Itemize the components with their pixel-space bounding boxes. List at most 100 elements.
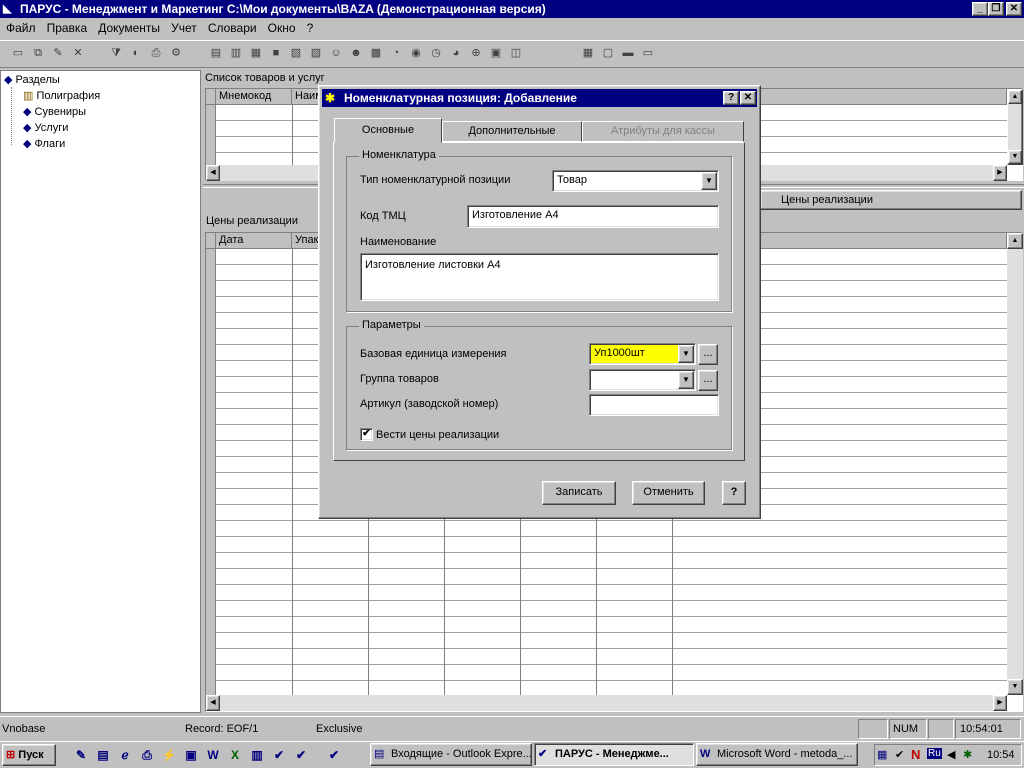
menu-documents[interactable]: Документы (94, 20, 164, 37)
parus2-icon[interactable]: ✔ (293, 747, 309, 763)
calculator-icon[interactable]: ▦ (578, 44, 598, 64)
menu-file[interactable]: Файл (2, 20, 40, 37)
prices-hscroll-track[interactable]: ◀ ▶ (206, 695, 1007, 711)
scroll-down-icon[interactable]: ▼ (1007, 679, 1023, 695)
scroll-up-icon[interactable]: ▲ (1008, 90, 1022, 104)
tab-additional[interactable]: Дополнительные (442, 121, 582, 142)
article-input[interactable] (589, 394, 719, 416)
edit-icon[interactable]: ✎ (48, 44, 68, 64)
scroll-left-icon[interactable]: ◀ (206, 165, 220, 181)
tray-n-icon[interactable]: N (911, 747, 920, 762)
dialog-help-title-button[interactable]: ? (723, 91, 739, 105)
chevron-down-icon[interactable]: ▼ (701, 172, 717, 190)
tray-network-icon[interactable]: ✱ (963, 748, 972, 761)
help-button[interactable]: ? (722, 481, 746, 505)
column-mnemocode[interactable]: Мнемокод (216, 89, 292, 105)
tray-check-icon[interactable]: ✔ (895, 748, 904, 761)
settings-icon[interactable]: ⚙ (166, 44, 186, 64)
chevron-down-icon[interactable]: ▼ (678, 345, 694, 363)
add-icon[interactable]: ▭ (8, 44, 28, 64)
doc5-icon[interactable]: ▧ (286, 44, 306, 64)
task-parus[interactable]: ✔ ПАРУС - Менеджме... (534, 743, 694, 766)
tab-prices[interactable]: Цены реализации (760, 190, 1022, 210)
word-icon[interactable]: W (205, 747, 221, 763)
unit-select[interactable]: Уп1000шт ▼ (589, 343, 696, 365)
track-prices-checkbox[interactable]: ✔ (360, 428, 373, 441)
column-date[interactable]: Дата (216, 233, 292, 249)
doc2-icon[interactable]: ▥ (226, 44, 246, 64)
chart-icon[interactable]: ◔ (386, 44, 406, 64)
name-textarea[interactable]: Изготовление листовки А4 (360, 253, 719, 301)
window-icon[interactable]: ▢ (598, 44, 618, 64)
goods-group-select[interactable]: ▼ (589, 369, 696, 391)
menu-accounting[interactable]: Учет (167, 20, 201, 37)
app2-icon[interactable]: ▥ (249, 747, 265, 763)
doc1-icon[interactable]: ▤ (206, 44, 226, 64)
outlook-icon[interactable]: ▤ (95, 747, 111, 763)
globe-icon[interactable]: ⊕ (466, 44, 486, 64)
copy-icon[interactable]: ⧉ (28, 44, 48, 64)
goods-group-browse-button[interactable]: ... (698, 370, 718, 391)
restore-button[interactable]: ❐ (988, 2, 1004, 16)
tray-volume-icon[interactable]: ◀ (947, 748, 955, 761)
filter-icon[interactable]: ⧩ (106, 44, 126, 64)
ie-icon[interactable]: ℯ (117, 747, 133, 763)
code-input[interactable]: Изготовление А4 (467, 205, 719, 228)
task-outlook[interactable]: ▤ Входящие - Outlook Expre... (370, 743, 532, 766)
scroll-right-icon[interactable]: ▶ (993, 695, 1007, 711)
doc4-icon[interactable]: ■ (266, 44, 286, 64)
dialog-close-button[interactable]: ✕ (740, 91, 756, 105)
minimize-button[interactable]: _ (972, 2, 988, 16)
unit-browse-button[interactable]: ... (698, 344, 718, 365)
scroll-down-icon[interactable]: ▼ (1008, 150, 1022, 164)
menu-help[interactable]: ? (303, 20, 318, 37)
start-button[interactable]: ⊞ Пуск (2, 744, 56, 766)
coin-icon[interactable]: ◉ (406, 44, 426, 64)
folder-icon[interactable]: ▬ (618, 44, 638, 64)
pie-icon[interactable]: ◕ (446, 44, 466, 64)
parus3-icon[interactable]: ✔ (326, 747, 342, 763)
scroll-right-icon[interactable]: ▶ (993, 165, 1007, 181)
clock-icon[interactable]: ◷ (426, 44, 446, 64)
close-button[interactable]: ✕ (1006, 2, 1022, 16)
menu-dictionaries[interactable]: Словари (204, 20, 261, 37)
tab-main[interactable]: Основные (334, 118, 442, 143)
goods-vscroll-track[interactable]: ▲ ▼ (1007, 89, 1023, 165)
excel-icon[interactable]: X (227, 747, 243, 763)
print-icon[interactable]: ⎙ (146, 44, 166, 64)
app-icon[interactable]: ◣ (3, 2, 11, 15)
save-button[interactable]: Записать (542, 481, 616, 505)
doc6-icon[interactable]: ▨ (306, 44, 326, 64)
app1-icon[interactable]: ▣ (183, 747, 199, 763)
cancel-button[interactable]: Отменить (632, 481, 705, 505)
people-icon[interactable]: ☻ (346, 44, 366, 64)
parus1-icon[interactable]: ✔ (271, 747, 287, 763)
tab-cashier[interactable]: Атрибуты для кассы (582, 121, 744, 142)
book-icon[interactable]: ▩ (366, 44, 386, 64)
tray-app-icon[interactable]: ▦ (877, 748, 887, 761)
person-icon[interactable]: ☺ (326, 44, 346, 64)
desktop-icon[interactable]: ✎ (73, 747, 89, 763)
tray-lang[interactable]: Ru (927, 748, 942, 759)
type-select[interactable]: Товар ▼ (552, 170, 719, 192)
tree-item-poligrafia[interactable]: ▥ Полиграфия (23, 89, 100, 102)
prices-vscroll-track[interactable]: ▲ ▼ (1007, 233, 1023, 695)
menu-window[interactable]: Окно (264, 20, 300, 37)
track-prices-label[interactable]: Вести цены реализации (376, 429, 499, 441)
explorer-icon[interactable]: ⎙ (139, 747, 155, 763)
find-icon[interactable]: ◐ (126, 44, 146, 64)
delete-icon[interactable]: ✕ (68, 44, 88, 64)
chevron-down-icon[interactable]: ▼ (678, 371, 694, 389)
scroll-up-icon[interactable]: ▲ (1007, 233, 1023, 249)
tree-item-uslugi[interactable]: ◆ Услуги (23, 121, 68, 134)
doc3-icon[interactable]: ▦ (246, 44, 266, 64)
task-word[interactable]: W Microsoft Word - metoda_... (696, 743, 858, 766)
scroll-left-icon[interactable]: ◀ (206, 695, 220, 711)
menu-edit[interactable]: Правка (43, 20, 92, 37)
tree-item-suveniry[interactable]: ◆ Сувениры (23, 105, 86, 118)
launch-icon[interactable]: ⚡ (161, 747, 177, 763)
tree-root[interactable]: ◆ Разделы (4, 73, 60, 86)
catalog-icon[interactable]: ▣ (486, 44, 506, 64)
tree-item-flagi[interactable]: ◆ Флаги (23, 137, 65, 150)
folder-add-icon[interactable]: ▭ (638, 44, 658, 64)
